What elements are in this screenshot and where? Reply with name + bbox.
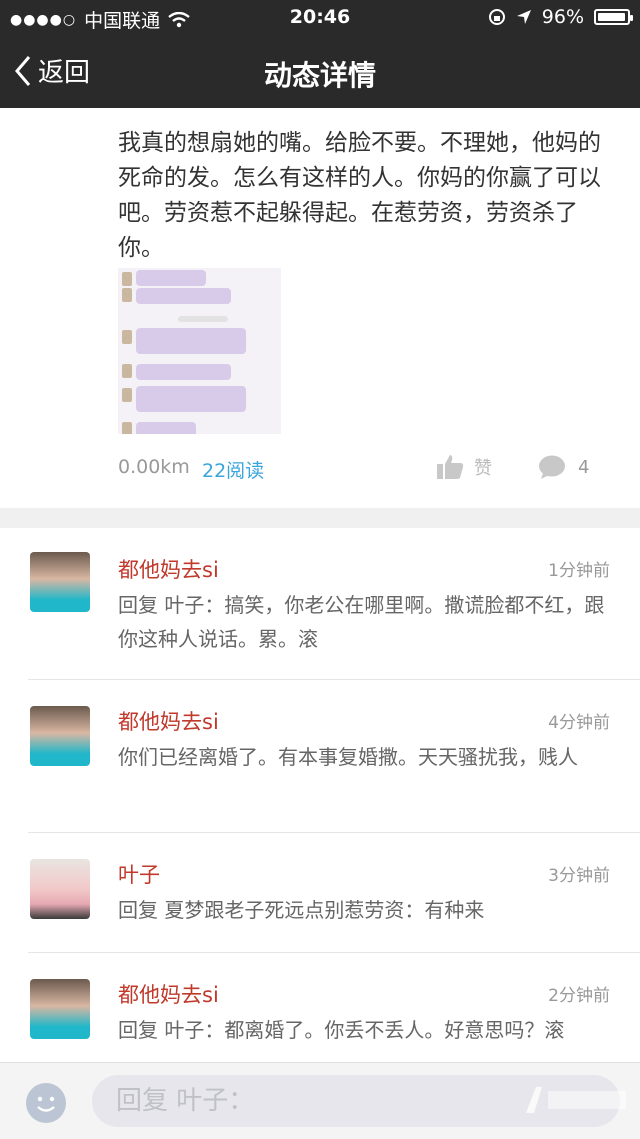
comment-count-button[interactable]: 4	[538, 454, 589, 480]
comment-time: 3分钟前	[548, 866, 610, 886]
comment-item[interactable]: 都他妈去si 2分钟前 回复 叶子：都离婚了。你丢不丢人。好意思吗？滚	[0, 953, 640, 1062]
avatar[interactable]	[30, 552, 90, 612]
battery-icon	[594, 9, 633, 25]
comment-time: 1分钟前	[548, 561, 610, 581]
reply-bar: 回复 叶子：	[0, 1062, 640, 1139]
smiley-icon	[37, 1096, 55, 1112]
emoji-button[interactable]	[26, 1083, 66, 1123]
post-text: 我真的想扇她的嘴。给脸不要。不理她，他妈的死命的发。怎么有这样的人。你妈的你赢了…	[118, 130, 601, 261]
avatar[interactable]	[30, 706, 90, 766]
comment-text: 回复 叶子：搞笑，你老公在哪里啊。撒谎脸都不红，跟你这种人说话。累。滚	[118, 593, 605, 651]
status-bar: ●●●●○ 中国联通 20:46 96%	[0, 0, 640, 36]
comment-count: 4	[578, 456, 590, 478]
rotation-lock-icon	[488, 9, 505, 25]
comment-item[interactable]: 都他妈去si 4分钟前 你们已经离婚了。有本事复婚撒。天天骚扰我，贱人	[0, 680, 640, 832]
read-count-link[interactable]: 22阅读	[202, 456, 264, 483]
battery-percent: 96%	[541, 6, 584, 28]
comment-item[interactable]: 都他妈去si 1分钟前 回复 叶子：搞笑，你老公在哪里啊。撒谎脸都不红，跟你这种…	[0, 528, 640, 680]
section-divider	[0, 508, 640, 528]
comment-author[interactable]: 都他妈去si	[118, 554, 219, 584]
post-card: 我真的想扇她的嘴。给脸不要。不理她，他妈的死命的发。怎么有这样的人。你妈的你赢了…	[0, 108, 640, 508]
top-bar: ●●●●○ 中国联通 20:46 96% 返回 动态详情	[0, 0, 640, 108]
post-distance: 0.00km	[118, 456, 190, 478]
comment-author[interactable]: 都他妈去si	[118, 979, 219, 1009]
avatar[interactable]	[30, 859, 90, 919]
like-button[interactable]: 赞	[436, 454, 492, 480]
comment-text: 回复 叶子：都离婚了。你丢不丢人。好意思吗？滚	[118, 1018, 565, 1042]
comment-item[interactable]: 叶子 3分钟前 回复 夏梦跟老子死远点别惹劳资：有种来	[0, 833, 640, 953]
comment-text: 回复 夏梦跟老子死远点别惹劳资：有种来	[118, 898, 485, 922]
avatar[interactable]	[30, 979, 90, 1039]
nav-bar: 返回 动态详情	[0, 36, 640, 108]
comment-time: 2分钟前	[548, 986, 610, 1006]
comment-bubble-icon	[539, 455, 565, 479]
comment-text: 你们已经离婚了。有本事复婚撒。天天骚扰我，贱人	[118, 745, 578, 769]
location-arrow-icon	[516, 10, 531, 24]
comment-time: 4分钟前	[548, 713, 610, 733]
comment-author[interactable]: 都他妈去si	[118, 706, 219, 736]
comment-author[interactable]: 叶子	[118, 859, 160, 889]
post-image[interactable]	[118, 268, 281, 434]
watermark-logo	[522, 1083, 632, 1124]
like-label: 赞	[474, 458, 492, 479]
page-title: 动态详情	[263, 59, 376, 92]
thumbs-up-icon	[437, 455, 464, 479]
